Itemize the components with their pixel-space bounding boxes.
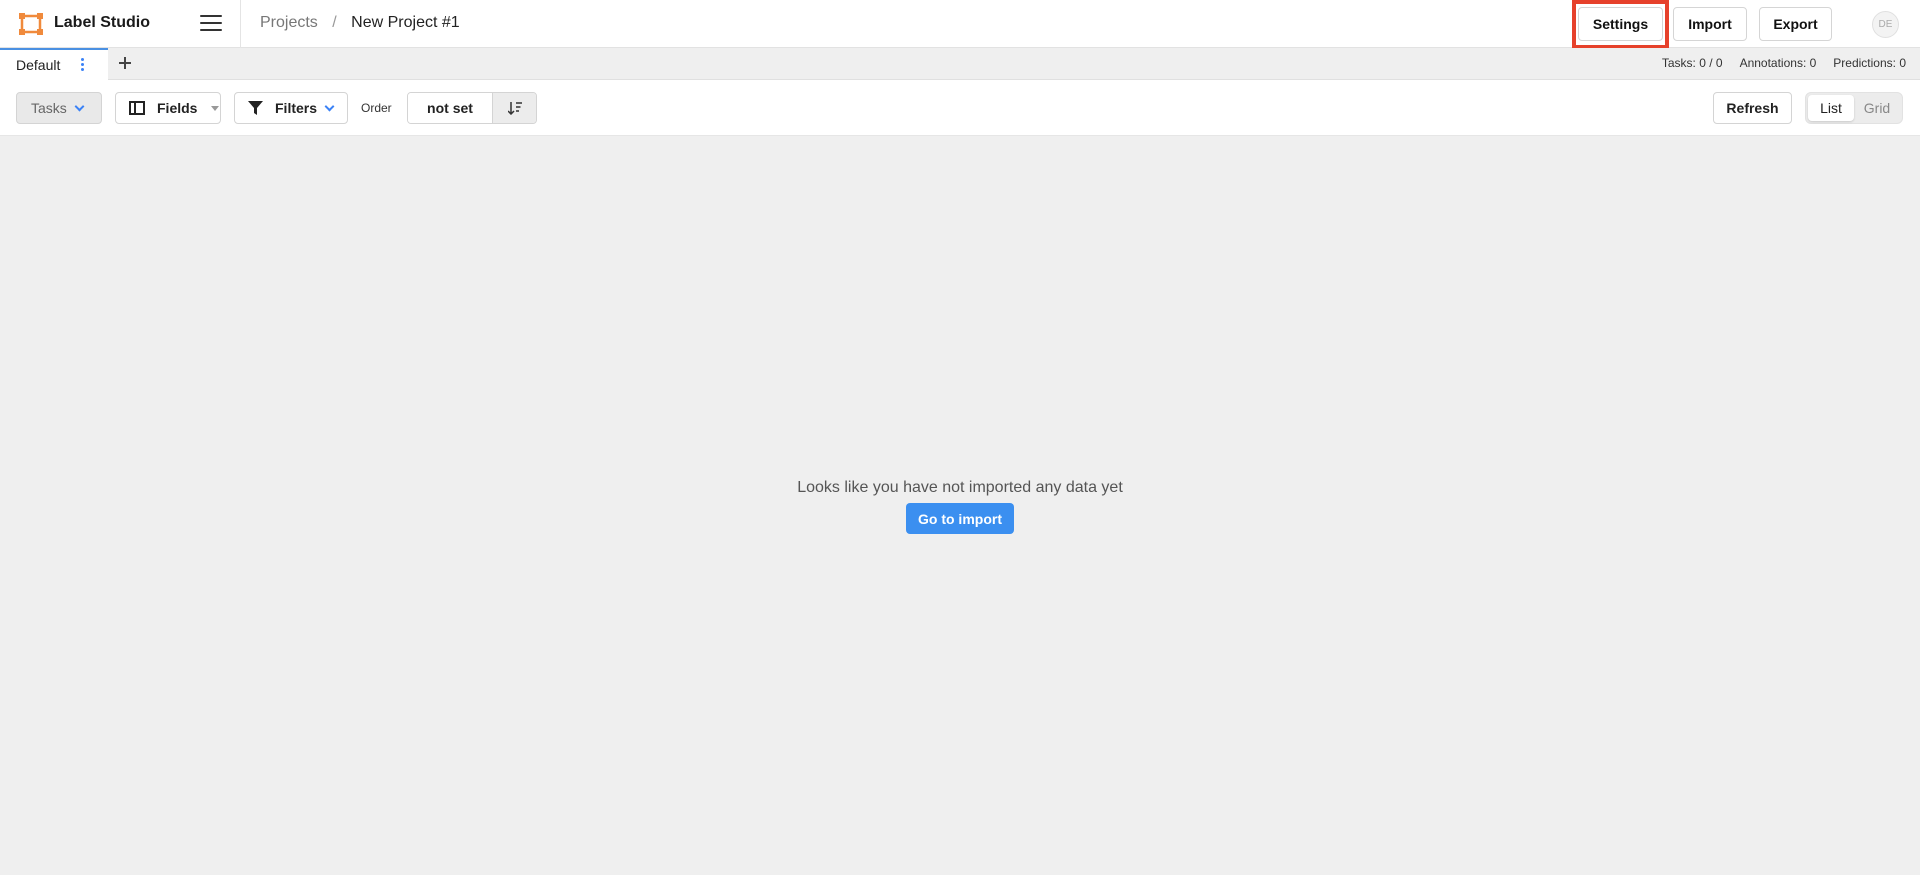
top-header: Label Studio Projects / New Project #1 S… bbox=[0, 0, 1920, 49]
tasks-dropdown-button[interactable]: Tasks bbox=[16, 92, 102, 124]
fields-dropdown-button[interactable]: Fields bbox=[115, 92, 221, 124]
chevron-down-icon bbox=[74, 101, 85, 111]
caret-down-icon bbox=[211, 105, 220, 111]
go-to-import-button[interactable]: Go to import bbox=[906, 503, 1014, 534]
order-select[interactable]: not set bbox=[408, 93, 492, 123]
order-control: not set bbox=[407, 92, 537, 124]
order-label: Order bbox=[361, 101, 392, 115]
breadcrumb-current-project: New Project #1 bbox=[351, 14, 460, 31]
empty-state-message: Looks like you have not imported any dat… bbox=[797, 479, 1123, 496]
filters-dropdown-button[interactable]: Filters bbox=[234, 92, 348, 124]
tab-default[interactable]: Default bbox=[0, 48, 108, 80]
filters-label: Filters bbox=[275, 100, 318, 116]
refresh-button[interactable]: Refresh bbox=[1713, 92, 1792, 124]
view-grid-option[interactable]: Grid bbox=[1854, 95, 1900, 121]
import-button[interactable]: Import bbox=[1673, 7, 1747, 41]
annotations-count: Annotations: 0 bbox=[1739, 56, 1817, 70]
tabs-bar: Default Tasks: 0 / 0 Annotations: 0 Pred… bbox=[0, 48, 1920, 80]
label-studio-logo-icon bbox=[19, 13, 43, 35]
predictions-count: Predictions: 0 bbox=[1833, 56, 1906, 70]
view-toggle: List Grid bbox=[1805, 92, 1903, 124]
sort-direction-icon bbox=[507, 101, 522, 115]
data-manager-toolbar: Tasks Fields Filters Order not set Refre… bbox=[0, 80, 1920, 136]
tab-options-icon[interactable] bbox=[79, 58, 85, 72]
add-tab-plus-icon[interactable] bbox=[115, 52, 135, 74]
columns-icon bbox=[129, 101, 145, 115]
tab-label: Default bbox=[16, 57, 61, 73]
chevron-down-icon bbox=[324, 101, 335, 111]
sort-direction-button[interactable] bbox=[492, 93, 536, 123]
breadcrumb-separator: / bbox=[332, 14, 337, 31]
menu-hamburger-icon[interactable] bbox=[200, 15, 222, 33]
export-button[interactable]: Export bbox=[1759, 7, 1832, 41]
tasks-label: Tasks bbox=[31, 100, 67, 116]
tasks-count: Tasks: 0 / 0 bbox=[1661, 56, 1723, 70]
fields-label: Fields bbox=[157, 100, 198, 116]
project-stats: Tasks: 0 / 0 Annotations: 0 Predictions:… bbox=[1662, 56, 1906, 70]
view-list-option[interactable]: List bbox=[1808, 95, 1854, 121]
filter-icon bbox=[248, 101, 263, 115]
header-divider bbox=[240, 0, 241, 48]
breadcrumb-projects-link[interactable]: Projects bbox=[260, 14, 318, 31]
settings-highlight-box bbox=[1572, 0, 1669, 49]
user-avatar[interactable]: DE bbox=[1872, 11, 1899, 38]
breadcrumb: Projects / New Project #1 bbox=[260, 14, 460, 32]
app-name: Label Studio bbox=[54, 14, 150, 31]
